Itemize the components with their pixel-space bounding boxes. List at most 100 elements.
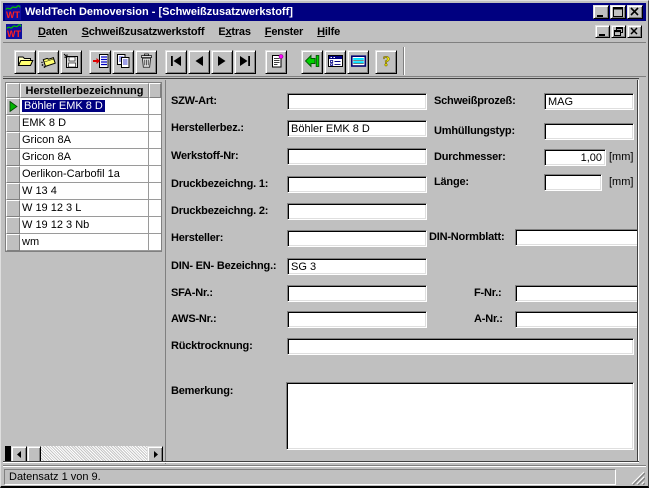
row-selector[interactable] (6, 234, 20, 251)
form-edge (638, 80, 639, 462)
report-icon (268, 53, 285, 72)
din-en-bezeichng-field[interactable] (287, 258, 427, 275)
save-button[interactable] (60, 50, 82, 74)
grid-cell[interactable]: W 19 12 3 Nb (22, 219, 89, 231)
grid-cell[interactable]: Gricon 8A (22, 134, 71, 146)
report-button[interactable] (265, 50, 287, 74)
form-edge (3, 462, 639, 463)
title-bar: WT WeldTech Demoversion - [Schweißzusatz… (3, 3, 646, 21)
row-selector-current[interactable] (6, 98, 20, 115)
status-bar: Datensatz 1 von 9. (3, 465, 646, 486)
maximize-button[interactable] (610, 5, 626, 19)
a-nr-field[interactable] (515, 311, 639, 328)
grid-row[interactable]: W 19 12 3 L (6, 200, 161, 217)
grid-header-stub (149, 83, 161, 98)
grid-row[interactable]: Gricon 8A (6, 132, 161, 149)
mdi-minimize-button[interactable] (595, 25, 610, 38)
row-selector[interactable] (6, 149, 20, 166)
schweissprozess-field[interactable] (544, 93, 634, 110)
previous-record-button[interactable] (188, 50, 210, 74)
last-record-button[interactable] (234, 50, 256, 74)
menu-daten[interactable]: Daten (31, 23, 75, 41)
grid-cell[interactable]: W 19 12 3 L (22, 202, 81, 214)
resize-grip[interactable] (630, 470, 645, 485)
add-record-icon (92, 53, 109, 72)
grid-cell[interactable]: Gricon 8A (22, 151, 71, 163)
mdi-system-menu-icon[interactable]: WT (6, 24, 22, 39)
f-nr-label: F-Nr.: (474, 287, 502, 299)
delete-record-button[interactable] (135, 50, 157, 74)
exit-button[interactable] (301, 50, 323, 74)
svg-text:WT: WT (7, 29, 21, 39)
row-selector[interactable] (6, 183, 20, 200)
grid-cell[interactable]: EMK 8 D (22, 117, 66, 129)
werkstoff-nr-label: Werkstoff-Nr: (171, 150, 238, 162)
grid-cell[interactable]: Oerlikon-Carbofil 1a (22, 168, 120, 180)
form-view-button[interactable] (324, 50, 346, 74)
last-record-icon (238, 55, 252, 70)
werkstoff-nr-field[interactable] (287, 148, 427, 165)
hersteller-label: Hersteller: (171, 232, 223, 244)
f-nr-field[interactable] (515, 285, 639, 302)
mdi-restore-button[interactable] (611, 25, 626, 38)
durchmesser-field[interactable] (544, 149, 606, 166)
szw-art-field[interactable] (287, 93, 427, 110)
menu-schweisszusatzwerkstoff[interactable]: Schweißzusatzwerkstoff (75, 23, 212, 41)
menu-hilfe[interactable]: Hilfe (310, 23, 347, 41)
menu-bar: WT Daten Schweißzusatzwerkstoff Extras F… (3, 21, 646, 43)
aws-nr-field[interactable] (287, 311, 427, 328)
toolbar: ? (3, 43, 646, 77)
sfa-nr-field[interactable] (287, 285, 427, 302)
toolbar-separator (403, 47, 405, 75)
row-selector[interactable] (6, 115, 20, 132)
svg-text:WT: WT (6, 10, 20, 20)
herstellerbez-field[interactable] (287, 120, 427, 137)
grid-row[interactable]: Gricon 8A (6, 149, 161, 166)
row-selector[interactable] (6, 132, 20, 149)
mdi-close-button[interactable] (627, 25, 642, 38)
grid-row[interactable]: wm (6, 234, 161, 251)
row-selector[interactable] (6, 166, 20, 183)
help-button[interactable]: ? (375, 50, 397, 74)
laenge-label: Länge: (434, 176, 469, 188)
grid-cell[interactable]: Böhler EMK 8 D (22, 100, 105, 112)
grid-cell[interactable]: W 13 4 (22, 185, 57, 197)
next-record-button[interactable] (211, 50, 233, 74)
druckbezeichng-1-field[interactable] (287, 176, 427, 193)
first-record-button[interactable] (165, 50, 187, 74)
hersteller-field[interactable] (287, 230, 427, 247)
grid-row[interactable]: W 13 4 (6, 183, 161, 200)
grid-row[interactable]: W 19 12 3 Nb (6, 217, 161, 234)
grid-header-row: Herstellerbezeichnung (6, 83, 161, 98)
grid-header-selector (6, 83, 20, 98)
exit-arrow-icon (304, 53, 321, 72)
durchmesser-unit-label: [mm] (609, 151, 633, 163)
grid-row[interactable]: Böhler EMK 8 D (6, 98, 161, 115)
datasheet-view-button[interactable] (347, 50, 369, 74)
close-button[interactable] (627, 5, 643, 19)
copy-icon (115, 53, 132, 72)
current-record-arrow-icon (9, 101, 18, 112)
grid-header-herstellerbezeichnung[interactable]: Herstellerbezeichnung (20, 83, 149, 98)
bemerkung-field[interactable] (286, 382, 634, 450)
browse-clean-button[interactable] (37, 50, 59, 74)
copy-record-button[interactable] (112, 50, 134, 74)
window-title: WeldTech Demoversion - [Schweißzusatzwer… (25, 6, 293, 18)
din-normblatt-field[interactable] (515, 229, 639, 246)
druckbezeichng-2-field[interactable] (287, 203, 427, 220)
open-button[interactable] (14, 50, 36, 74)
app-window: WT WeldTech Demoversion - [Schweißzusatz… (0, 0, 649, 488)
grid-cell[interactable]: wm (22, 236, 39, 248)
minimize-button[interactable] (593, 5, 609, 19)
laenge-field[interactable] (544, 174, 602, 191)
grid-row[interactable]: Oerlikon-Carbofil 1a (6, 166, 161, 183)
row-selector[interactable] (6, 217, 20, 234)
umhuellungstyp-field[interactable] (544, 123, 634, 140)
menu-extras[interactable]: Extras (211, 23, 257, 41)
scroll-left-arrow-icon (16, 451, 23, 458)
grid-row[interactable]: EMK 8 D (6, 115, 161, 132)
row-selector[interactable] (6, 200, 20, 217)
menu-fenster[interactable]: Fenster (258, 23, 310, 41)
add-record-button[interactable] (89, 50, 111, 74)
ruecktrocknung-field[interactable] (287, 338, 634, 355)
